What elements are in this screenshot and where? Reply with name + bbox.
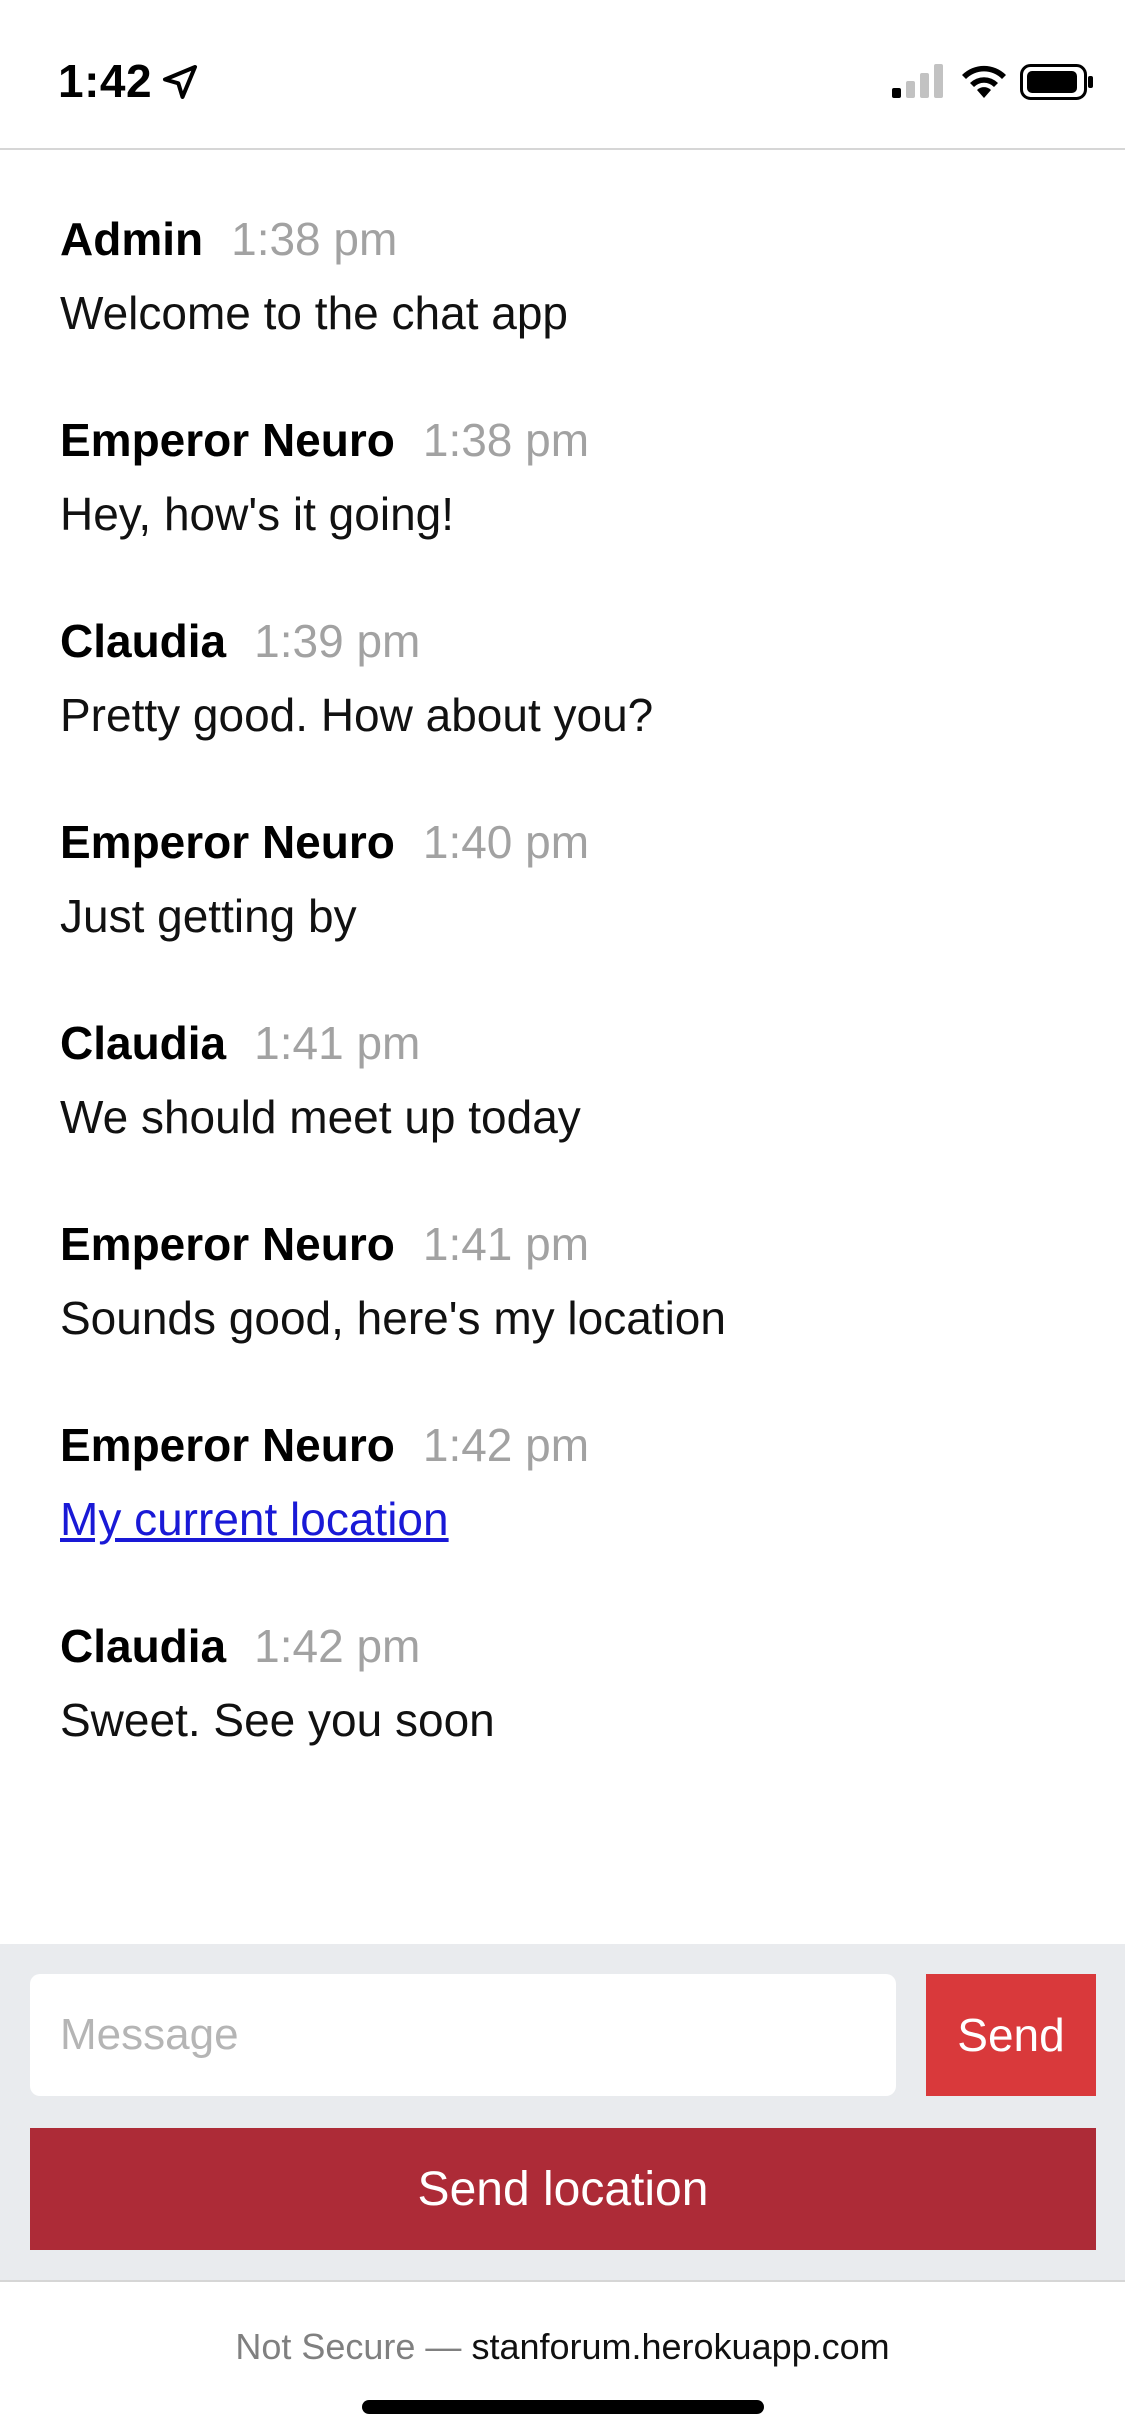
message-time: 1:39 pm	[254, 615, 421, 667]
message-time: 1:42 pm	[254, 1620, 421, 1672]
message-text: Pretty good. How about you?	[60, 689, 654, 741]
message-text: Sounds good, here's my location	[60, 1292, 726, 1344]
message-time: 1:41 pm	[422, 1218, 590, 1270]
url-display[interactable]: Not Secure — stanforum.herokuapp.com	[0, 2326, 1125, 2368]
message-author: Emperor Neuro	[60, 1218, 395, 1270]
status-time: 1:42	[58, 55, 153, 107]
message-author: Claudia	[60, 1620, 227, 1672]
message-time: 1:42 pm	[422, 1419, 590, 1471]
send-location-button[interactable]: Send location	[30, 2128, 1096, 2250]
message-time: 1:41 pm	[254, 1017, 421, 1069]
message-item: Claudia 1:42 pm Sweet. See you soon	[60, 1619, 1060, 1747]
message-time: 1:40 pm	[422, 816, 590, 868]
home-indicator[interactable]	[362, 2400, 764, 2414]
message-author: Emperor Neuro	[60, 1419, 395, 1471]
message-author: Claudia	[60, 615, 227, 667]
message-time: 1:38 pm	[231, 213, 398, 265]
compose-area: Send Send location	[0, 1944, 1125, 2280]
signal-icon	[892, 64, 943, 98]
message-text: Hey, how's it going!	[60, 488, 455, 540]
message-text: Welcome to the chat app	[60, 287, 568, 339]
message-item: Emperor Neuro 1:41 pm Sounds good, here's…	[60, 1217, 1060, 1345]
security-warning: Not Secure —	[235, 2326, 462, 2367]
location-arrow-icon	[163, 65, 197, 99]
message-time: 1:38 pm	[422, 414, 590, 466]
message-text: We should meet up today	[60, 1091, 581, 1143]
message-author: Claudia	[60, 1017, 227, 1069]
message-list[interactable]: Admin 1:38 pm Welcome to the chat app Emp…	[0, 152, 1125, 1942]
message-author: Admin	[60, 213, 204, 265]
message-item: Claudia 1:39 pm Pretty good. How about yo…	[60, 614, 1060, 742]
message-item: Claudia 1:41 pm We should meet up today	[60, 1016, 1060, 1144]
wifi-icon	[962, 65, 1006, 98]
message-item: Emperor Neuro 1:42 pm My current location	[60, 1418, 1060, 1546]
message-item: Admin 1:38 pm Welcome to the chat app	[60, 212, 1060, 340]
message-author: Emperor Neuro	[60, 414, 395, 466]
message-input[interactable]	[30, 1974, 896, 2096]
message-item: Emperor Neuro 1:38 pm Hey, how's it going…	[60, 413, 1060, 541]
url-host: stanforum.herokuapp.com	[471, 2326, 890, 2367]
battery-icon	[1020, 64, 1093, 100]
message-text: Just getting by	[60, 890, 357, 942]
message-text: Sweet. See you soon	[60, 1694, 495, 1746]
message-author: Emperor Neuro	[60, 816, 395, 868]
message-item: Emperor Neuro 1:40 pm Just getting by	[60, 815, 1060, 943]
send-button[interactable]: Send	[926, 1974, 1096, 2096]
current-location-link[interactable]: My current location	[60, 1493, 449, 1545]
status-bar: 1:42	[0, 0, 1125, 150]
